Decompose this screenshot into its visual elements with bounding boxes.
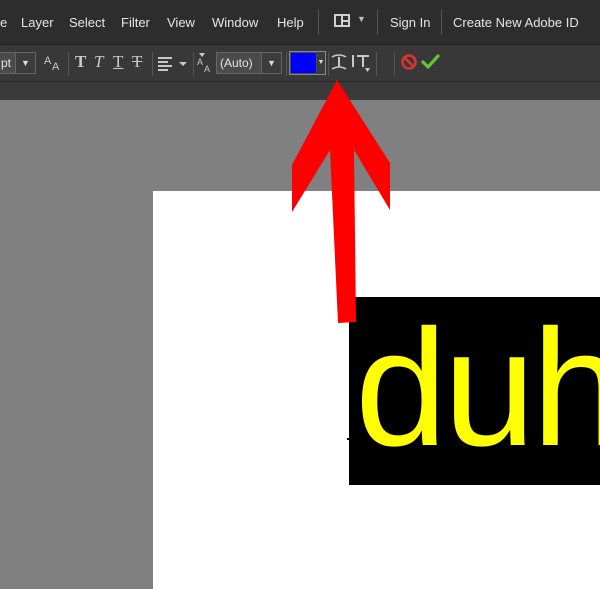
annotation-arrow <box>292 80 390 323</box>
